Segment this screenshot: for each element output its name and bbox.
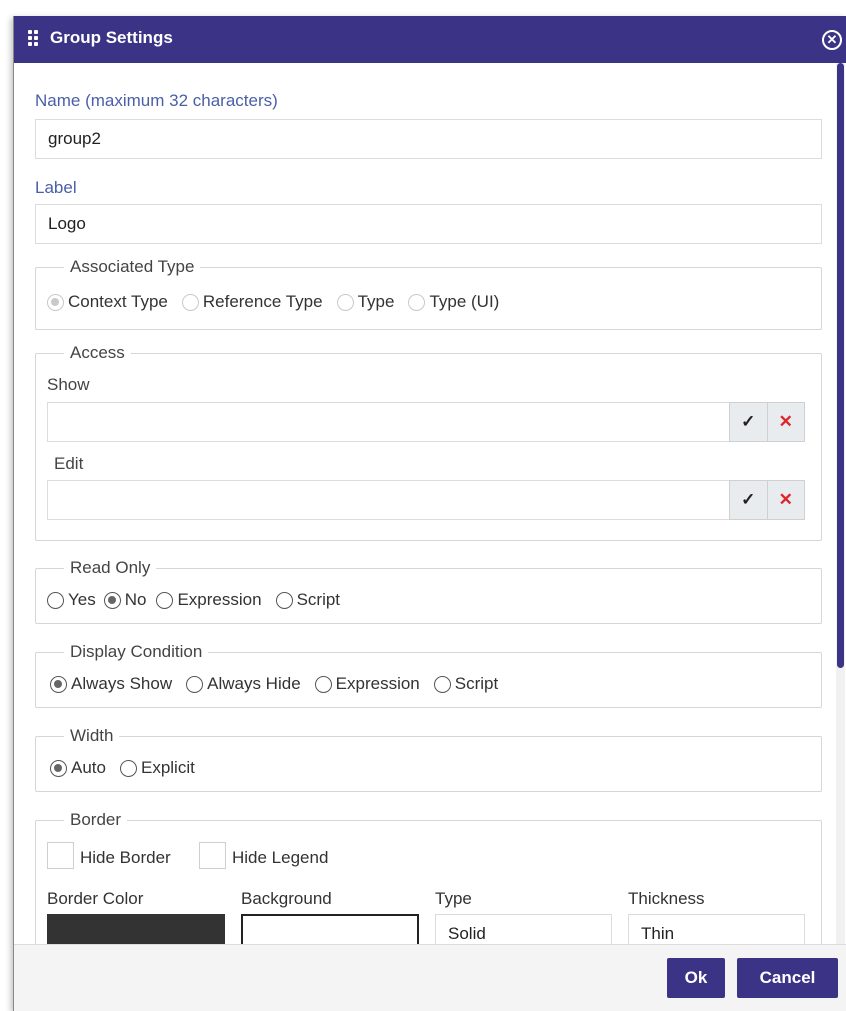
confirm-check-icon[interactable]: ✓ [730,403,768,441]
hide-legend-label: Hide Legend [232,848,329,867]
radio-circle-icon [119,759,137,777]
display-condition-legend: Display Condition [64,642,209,662]
edit-expression-input[interactable] [47,480,730,520]
radio-circle-icon [103,591,121,609]
ok-button[interactable]: Ok [667,958,725,998]
label-label: Label [35,178,77,197]
show-actions: ✓ ✕ [729,402,805,442]
group-settings-dialog: Group Settings ✕ Name (maximum 32 charac… [13,16,846,1011]
thickness-label: Thickness [628,889,705,908]
border-color-label: Border Color [47,889,144,908]
clear-x-icon[interactable]: ✕ [768,481,805,519]
dialog-titlebar[interactable]: Group Settings ✕ [14,16,846,63]
radio-circle-icon [275,591,293,609]
radio-circle-icon [156,591,174,609]
radio-script[interactable]: Script [275,590,340,610]
width-legend: Width [64,726,120,746]
edit-label: Edit [54,454,84,473]
show-expression-input[interactable] [47,402,730,442]
associated-type-options: Context Type Reference Type Type Type (U… [47,292,513,312]
hide-legend-checkbox[interactable] [199,842,226,869]
cancel-button[interactable]: Cancel [737,958,838,998]
vertical-scrollbar[interactable] [836,63,845,960]
border-legend: Border [64,810,128,830]
dialog-footer: Ok Cancel [14,944,846,1011]
radio-expression[interactable]: Expression [314,674,420,694]
radio-no[interactable]: No [103,590,146,610]
background-label: Background [241,889,332,908]
radio-always-show[interactable]: Always Show [50,674,172,694]
hide-border-label: Hide Border [80,848,171,867]
radio-circle-icon [314,675,332,693]
radio-context-type[interactable]: Context Type [47,292,168,312]
name-label: Name (maximum 32 characters) [35,91,278,110]
radio-always-hide[interactable]: Always Hide [186,674,301,694]
radio-circle-icon [181,293,199,311]
label-input[interactable]: Logo [35,204,822,244]
radio-type[interactable]: Type [336,292,394,312]
display-condition-options: Always Show Always Hide Expression Scrip… [50,674,512,694]
close-icon[interactable]: ✕ [822,30,842,50]
radio-circle-icon [50,675,67,693]
name-input[interactable]: group2 [35,119,822,159]
edit-actions: ✓ ✕ [729,480,805,520]
radio-circle-icon [47,293,64,311]
radio-expression[interactable]: Expression [156,590,262,610]
radio-reference-type[interactable]: Reference Type [181,292,323,312]
hide-border-checkbox[interactable] [47,842,74,869]
read-only-legend: Read Only [64,558,157,578]
radio-circle-icon [186,675,204,693]
clear-x-icon[interactable]: ✕ [768,403,805,441]
radio-yes[interactable]: Yes [47,590,96,610]
dialog-title: Group Settings [50,28,173,47]
read-only-options: Yes No Expression Script [47,590,354,610]
show-label: Show [47,375,90,394]
radio-circle-icon [408,293,426,311]
access-legend: Access [64,343,131,363]
drag-handle-icon[interactable] [28,30,40,46]
radio-script[interactable]: Script [433,674,498,694]
radio-auto[interactable]: Auto [50,758,106,778]
type-label: Type [435,889,472,908]
radio-circle-icon [50,759,67,777]
width-options: Auto Explicit [50,758,209,778]
radio-circle-icon [433,675,451,693]
radio-type-ui[interactable]: Type (UI) [408,292,499,312]
dialog-body[interactable]: Name (maximum 32 characters) group2 Labe… [14,63,846,960]
associated-type-legend: Associated Type [64,257,201,277]
scrollbar-thumb[interactable] [837,63,844,668]
radio-explicit[interactable]: Explicit [119,758,195,778]
confirm-check-icon[interactable]: ✓ [730,481,768,519]
radio-circle-icon [47,591,64,609]
radio-circle-icon [336,293,354,311]
